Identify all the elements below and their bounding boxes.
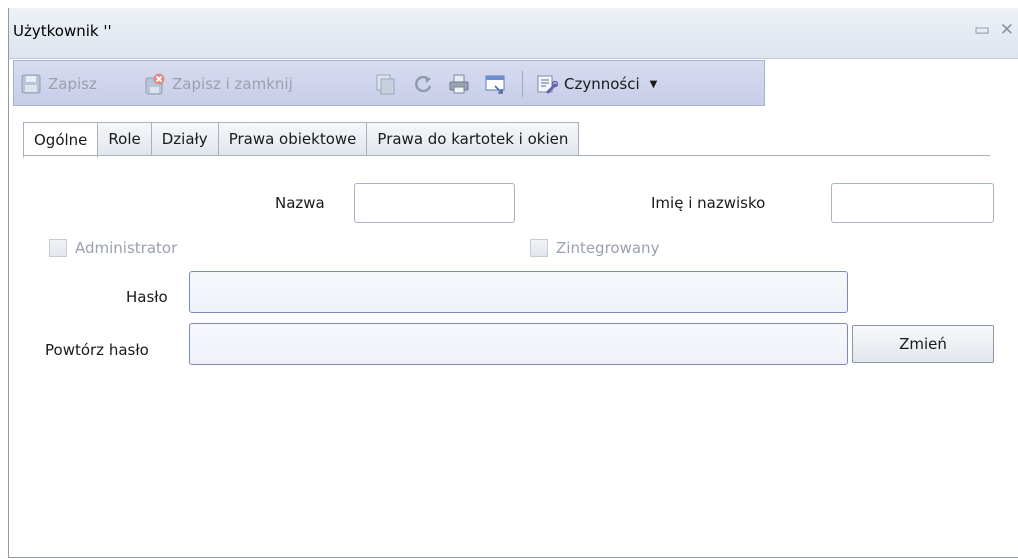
tab-panel-border (23, 155, 990, 156)
maximize-icon[interactable]: ▭ (974, 20, 990, 40)
tab-departments[interactable]: Działy (151, 122, 219, 156)
copy-button[interactable] (374, 72, 396, 96)
refresh-icon (412, 73, 434, 95)
save-and-close-label: Zapisz i zamknij (172, 75, 293, 93)
tab-roles[interactable]: Role (98, 122, 152, 156)
change-password-button[interactable]: Zmień (852, 325, 994, 363)
close-icon[interactable]: ✕ (1000, 20, 1014, 40)
name-field[interactable] (354, 183, 515, 223)
print-button[interactable] (448, 72, 470, 96)
window-preview-icon (484, 73, 506, 95)
tab-strip: Ogólne Role Działy Prawa obiektowe Prawa… (23, 122, 580, 158)
preview-button[interactable] (484, 72, 506, 96)
refresh-button[interactable] (412, 72, 434, 96)
floppy-close-icon (144, 73, 166, 95)
actions-dropdown[interactable]: Czynności ▼ (536, 72, 657, 96)
tab-object-rights[interactable]: Prawa obiektowe (218, 122, 368, 156)
printer-icon (448, 73, 470, 95)
user-window: Użytkownik '' ▭ ✕ Zapisz Zapisz i zamkni… (8, 8, 1018, 558)
password-field[interactable] (189, 271, 848, 313)
title-bar: Użytkownik '' ▭ ✕ (9, 8, 1018, 59)
administrator-checkbox[interactable] (49, 239, 67, 257)
chevron-down-icon: ▼ (649, 78, 658, 90)
fullname-label: Imię i nazwisko (651, 194, 766, 212)
repeat-password-label: Powtórz hasło (45, 341, 149, 359)
save-label: Zapisz (48, 75, 97, 93)
password-label: Hasło (126, 288, 168, 306)
toolbar: Zapisz Zapisz i zamknij Czynności ▼ (13, 60, 765, 106)
save-and-close-button[interactable]: Zapisz i zamknij (144, 72, 293, 96)
floppy-icon (20, 73, 42, 95)
tab-general[interactable]: Ogólne (23, 122, 99, 158)
actions-label: Czynności (564, 75, 640, 93)
save-button[interactable]: Zapisz (20, 72, 97, 96)
copy-icon (374, 73, 396, 95)
repeat-password-field[interactable] (189, 323, 848, 365)
integrated-label: Zintegrowany (556, 239, 660, 257)
window-title: Użytkownik '' (13, 22, 112, 40)
toolbar-separator (522, 71, 523, 97)
wrench-list-icon (536, 73, 559, 95)
name-label: Nazwa (275, 194, 325, 212)
administrator-label: Administrator (75, 239, 178, 257)
integrated-checkbox[interactable] (530, 239, 548, 257)
fullname-field[interactable] (831, 183, 994, 223)
tab-file-window-rights[interactable]: Prawa do kartotek i okien (367, 122, 580, 156)
